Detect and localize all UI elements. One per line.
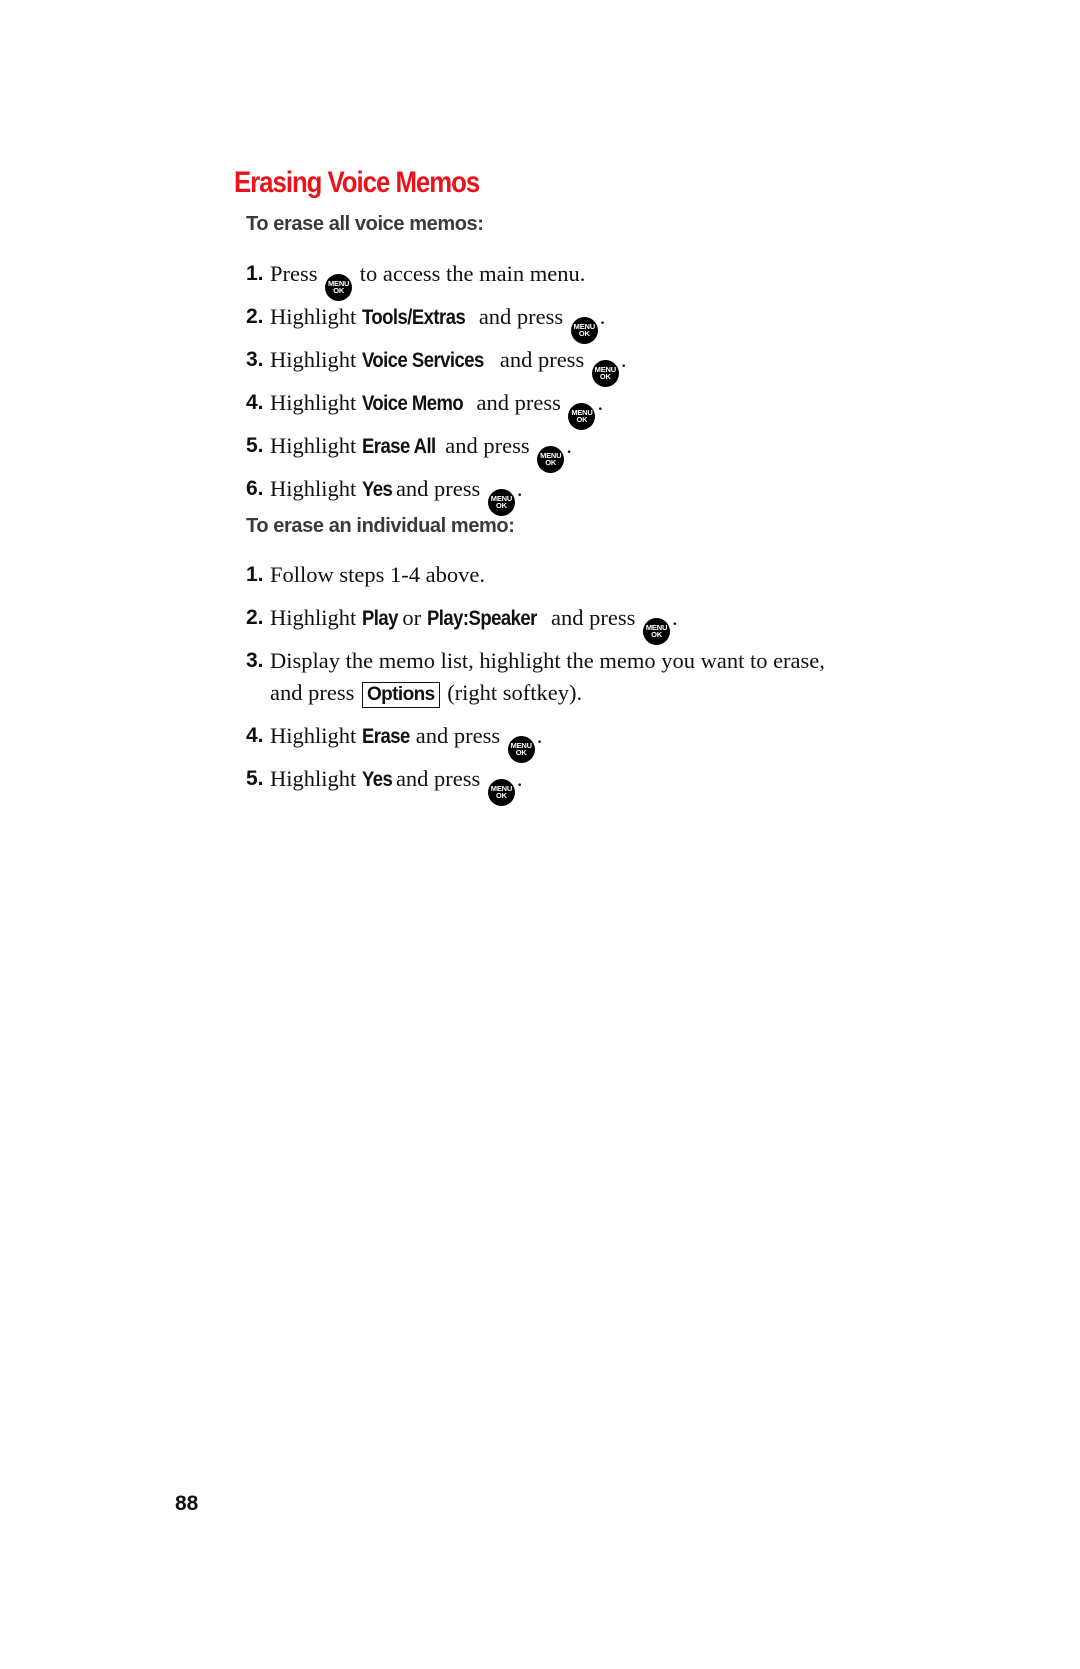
menu-item-name: Play:Speaker <box>426 607 537 630</box>
step-text: Highlight <box>270 304 357 329</box>
step-text: (right softkey). <box>447 680 583 705</box>
step-erase-one-2: 2. Highlight Play or Play:Speaker and pr… <box>246 602 906 645</box>
step-erase-one-3: 3. Display the memo list, highlight the … <box>246 645 906 709</box>
step-text: to access the main menu. <box>359 261 586 286</box>
step-text: Highlight <box>270 476 357 501</box>
step-number: 3. <box>246 348 264 371</box>
step-text: and press <box>395 476 481 501</box>
step-text: and press <box>478 304 564 329</box>
step-erase-one-4: 4. Highlight Erase and press MENU OK. <box>246 720 906 763</box>
step-number: 4. <box>246 724 264 747</box>
menu-item-name: Erase <box>361 725 410 748</box>
menu-ok-key-icon: MENU OK <box>487 488 515 516</box>
step-number: 2. <box>246 305 264 328</box>
step-text: Highlight <box>270 347 357 372</box>
section-heading-erase-all: To erase all voice memos: <box>246 213 484 235</box>
step-text: Press <box>270 261 318 286</box>
menu-ok-key-icon: MENU OK <box>507 735 535 763</box>
menu-item-name: Play <box>361 607 398 630</box>
step-text: Display the memo list, highlight the mem… <box>270 648 825 673</box>
step-text: Follow steps 1-4 above. <box>270 562 485 587</box>
step-text: and press <box>395 766 481 791</box>
menu-ok-key-icon: MENU OK <box>537 445 565 473</box>
step-number: 4. <box>246 391 264 414</box>
menu-ok-key-icon: MENU OK <box>325 273 353 301</box>
step-text: and press <box>476 390 561 415</box>
menu-item-name: Tools/Extras <box>361 306 466 329</box>
menu-item-name: Yes <box>361 768 393 791</box>
step-number: 1. <box>246 563 264 586</box>
step-text: and press <box>551 605 636 630</box>
menu-item-name: Erase All <box>361 435 436 458</box>
menu-ok-key-icon: MENU OK <box>487 778 515 806</box>
page-title: Erasing Voice Memos <box>234 166 480 199</box>
step-text: Highlight <box>270 390 357 415</box>
step-text: and press <box>415 723 501 748</box>
step-erase-all-3: 3. Highlight Voice Services and press ME… <box>246 344 906 387</box>
step-erase-all-1: 1. Press MENU OK to access the main menu. <box>246 258 906 301</box>
step-number: 2. <box>246 606 264 629</box>
menu-item-name: Voice Memo <box>361 392 464 415</box>
step-number: 3. <box>246 649 264 672</box>
step-number: 5. <box>246 434 264 457</box>
step-erase-one-1: 1. Follow steps 1-4 above. <box>246 559 906 591</box>
page-number: 88 <box>175 1492 199 1515</box>
options-softkey-label: Options <box>361 682 440 708</box>
section-heading-erase-individual: To erase an individual memo: <box>246 515 515 537</box>
menu-ok-key-icon: MENU OK <box>570 316 598 344</box>
step-text: Highlight <box>270 766 357 791</box>
step-erase-all-4: 4. Highlight Voice Memo and press MENU OK… <box>246 387 906 430</box>
menu-item-name: Voice Services <box>361 349 484 372</box>
step-erase-all-2: 2. Highlight Tools/Extras and press MENU… <box>246 301 906 344</box>
menu-ok-key-icon: MENU OK <box>568 402 596 430</box>
step-text: or <box>402 605 422 630</box>
step-text: and press <box>445 433 530 458</box>
menu-ok-key-icon: MENU OK <box>591 359 619 387</box>
step-text: Highlight <box>270 723 357 748</box>
manual-page: Erasing Voice Memos To erase all voice m… <box>0 0 1080 1669</box>
step-erase-all-5: 5. Highlight Erase All and press MENU OK. <box>246 430 906 473</box>
step-text: and press <box>499 347 585 372</box>
step-erase-all-6: 6. Highlight Yes and press MENU OK. <box>246 473 906 516</box>
step-number: 1. <box>246 262 264 285</box>
step-number: 5. <box>246 767 264 790</box>
step-number: 6. <box>246 477 264 500</box>
step-erase-one-5: 5. Highlight Yes and press MENU OK. <box>246 763 906 806</box>
step-text: and press <box>270 680 355 705</box>
menu-item-name: Yes <box>361 478 393 501</box>
step-text: Highlight <box>270 605 357 630</box>
menu-ok-key-icon: MENU OK <box>643 617 671 645</box>
step-text: Highlight <box>270 433 357 458</box>
